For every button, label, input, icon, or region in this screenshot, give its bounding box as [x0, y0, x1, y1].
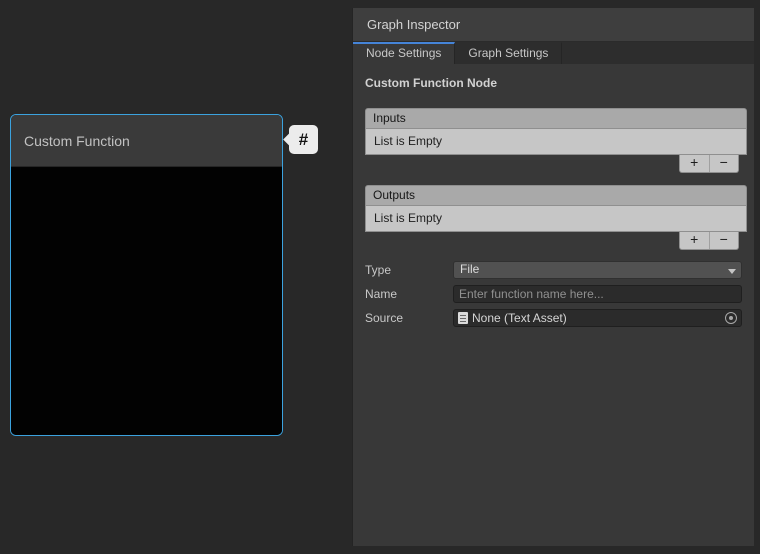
section-title: Custom Function Node: [365, 76, 497, 90]
type-row: Type File: [365, 261, 742, 279]
outputs-list: Outputs List is Empty + −: [365, 185, 747, 232]
custom-function-node[interactable]: Custom Function: [10, 114, 283, 436]
name-label: Name: [365, 287, 397, 301]
outputs-remove-button[interactable]: −: [709, 232, 739, 249]
outputs-list-footer: + −: [679, 232, 739, 250]
graph-inspector-title[interactable]: Graph Inspector: [353, 8, 754, 42]
tab-graph-settings[interactable]: Graph Settings: [455, 42, 562, 64]
source-object-value: None (Text Asset): [472, 311, 567, 325]
source-row: Source None (Text Asset): [365, 309, 742, 327]
function-name-input[interactable]: [453, 285, 742, 303]
type-dropdown[interactable]: File: [453, 261, 742, 279]
node-preview-area: [11, 168, 282, 435]
chevron-down-icon: [728, 269, 736, 274]
outputs-list-header: Outputs: [365, 185, 747, 206]
node-title: Custom Function: [11, 115, 282, 167]
inputs-list-header: Inputs: [365, 108, 747, 129]
source-label: Source: [365, 311, 403, 325]
inputs-add-button[interactable]: +: [680, 155, 709, 172]
outputs-list-empty-row: List is Empty: [365, 206, 747, 232]
inputs-remove-button[interactable]: −: [709, 155, 739, 172]
outputs-add-button[interactable]: +: [680, 232, 709, 249]
inputs-list-footer: + −: [679, 155, 739, 173]
hash-icon: #: [299, 130, 308, 149]
tab-node-settings[interactable]: Node Settings: [353, 42, 455, 64]
type-label: Type: [365, 263, 391, 277]
graph-inspector-panel: Graph Inspector Node Settings Graph Sett…: [352, 8, 754, 546]
name-row: Name: [365, 285, 742, 303]
graph-canvas[interactable]: Custom Function # Graph Inspector Node S…: [0, 0, 760, 554]
inspector-tabs: Node Settings Graph Settings: [353, 42, 754, 64]
inputs-list-empty-row: List is Empty: [365, 129, 747, 155]
type-dropdown-value: File: [460, 262, 479, 276]
source-object-field[interactable]: None (Text Asset): [453, 309, 742, 327]
object-picker-icon[interactable]: [725, 312, 737, 324]
inputs-list: Inputs List is Empty + −: [365, 108, 747, 155]
node-code-badge[interactable]: #: [289, 125, 318, 154]
text-asset-icon: [458, 312, 468, 324]
